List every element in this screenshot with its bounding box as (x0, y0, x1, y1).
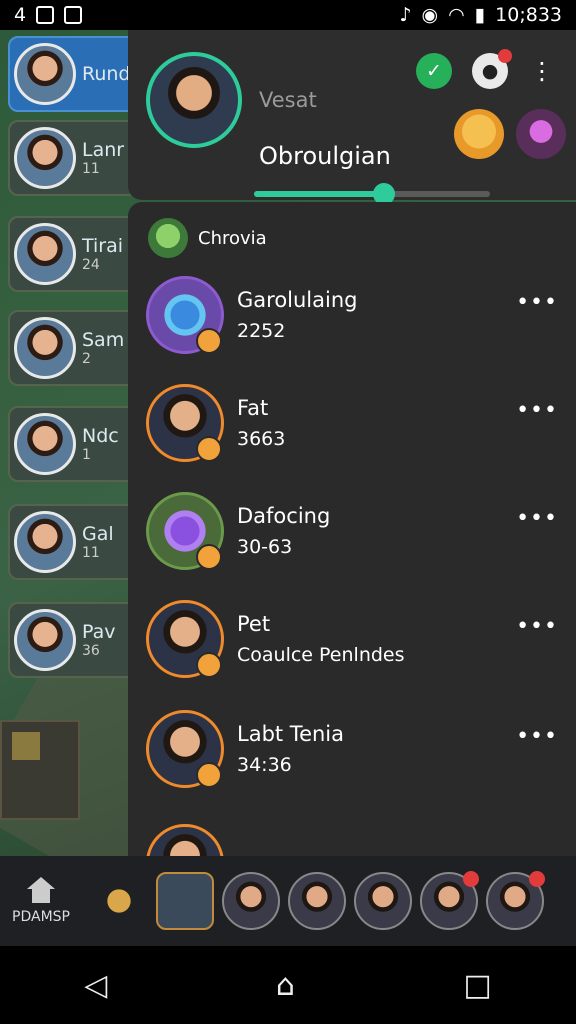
avatar (14, 223, 76, 285)
list-item-sub: Coaulce Penlndes (237, 644, 405, 666)
home-label: PDAMSP (12, 909, 70, 925)
sidebar-item-count: 2 (82, 351, 91, 367)
list-item-sub: 2252 (237, 320, 286, 342)
list-item[interactable]: Fat 3663 ••• (146, 384, 564, 468)
avatar (14, 43, 76, 105)
badge-icon (196, 328, 222, 354)
dock-avatar[interactable] (222, 872, 280, 930)
check-icon[interactable]: ✓ (416, 53, 452, 89)
section-title: Chrovia (198, 227, 267, 249)
more-horizontal-icon[interactable]: ••• (516, 614, 558, 639)
chat-icon[interactable]: ● (472, 49, 512, 89)
more-horizontal-icon[interactable]: ••• (516, 290, 558, 315)
sidebar-item-label: Tirai (82, 235, 124, 257)
avatar (14, 413, 76, 475)
badge-icon (196, 652, 222, 678)
dock-avatar[interactable] (486, 871, 545, 930)
avatar (14, 127, 76, 189)
home-icon[interactable]: ⌂ (276, 968, 295, 1003)
notification-count: 4 (14, 4, 27, 26)
list-item-title: Dafocing (237, 504, 331, 528)
avatar (14, 609, 76, 671)
list-item-title: Labt Tenia (237, 722, 344, 746)
badge-icon (196, 762, 222, 788)
sidebar-item-count: 11 (82, 545, 100, 561)
sidebar-item-label: Ndc (82, 425, 119, 447)
game-building (0, 720, 80, 820)
navigation-bar: ◁ ⌂ □ (0, 946, 576, 1024)
sidebar-item-label: Lanr (82, 139, 125, 161)
game-icon (64, 6, 83, 24)
friend-avatar[interactable] (454, 109, 504, 159)
sidebar-item-lanr[interactable]: Lanr 11 (8, 120, 138, 196)
wifi-icon: ◠ (448, 4, 465, 26)
level-slider[interactable] (254, 183, 490, 205)
section-header: Chrovia (148, 218, 267, 258)
message-icon (36, 6, 55, 24)
avatar (14, 511, 76, 573)
list-item-title: Pet (237, 612, 271, 636)
list-item-sub: 30-63 (237, 536, 293, 558)
sidebar-item-count: 24 (82, 257, 100, 273)
dock-avatar[interactable] (354, 872, 412, 930)
alarm-icon: ◉ (421, 4, 439, 26)
bottom-dock: PDAMSP (0, 856, 576, 946)
tools-icon[interactable] (156, 872, 214, 930)
profile-avatar[interactable] (146, 52, 242, 148)
sidebar-item-count: 1 (82, 447, 91, 463)
chameleon-icon (148, 218, 188, 258)
sidebar-item-label: Pav (82, 621, 116, 643)
sidebar-item-tirai[interactable]: Tirai 24 (8, 216, 138, 292)
list-item[interactable]: Dafocing 30-63 ••• (146, 492, 564, 576)
sidebar-item-sam[interactable]: Sam 2 (8, 310, 138, 386)
sidebar-item-label: Sam (82, 329, 125, 351)
sidebar-item-gal[interactable]: Gal 11 (8, 504, 138, 580)
back-icon[interactable]: ◁ (84, 968, 107, 1003)
list-item[interactable] (146, 824, 564, 856)
list-item-title: Fat (237, 396, 269, 420)
list-item-title: Garolulaing (237, 288, 358, 312)
list-item-sub: 34:36 (237, 754, 292, 776)
more-horizontal-icon[interactable]: ••• (516, 506, 558, 531)
profile-name: Obroulgian (259, 142, 391, 170)
silent-icon: ♪ (399, 4, 412, 26)
friend-avatar[interactable] (516, 109, 566, 159)
contacts-panel: Chrovia Garolulaing 2252 ••• Fat 3663 ••… (128, 202, 576, 856)
sidebar-item-pav[interactable]: Pav 36 (8, 602, 138, 678)
badge-icon (196, 544, 222, 570)
status-bar: 4 ♪ ◉ ◠ ▮ 10;833 (0, 0, 576, 30)
list-item-sub: 3663 (237, 428, 286, 450)
avatar (14, 317, 76, 379)
notification-dot (463, 871, 479, 887)
battery-icon: ▮ (474, 4, 486, 26)
profile-panel: Vesat Obroulgian ✓ ● ⋮ (128, 30, 576, 205)
more-horizontal-icon[interactable]: ••• (516, 398, 558, 423)
sidebar-item-count: 11 (82, 161, 100, 177)
more-vertical-icon[interactable]: ⋮ (524, 53, 560, 89)
dock-avatar[interactable] (420, 871, 479, 930)
dock-avatar[interactable] (288, 872, 346, 930)
list-item[interactable]: Pet Coaulce Penlndes ••• (146, 600, 564, 684)
notification-dot (529, 871, 545, 887)
sidebar-item-label: Gal (82, 523, 114, 545)
slider-fill (254, 191, 384, 197)
home-button[interactable]: PDAMSP (0, 856, 82, 946)
house-icon (27, 877, 55, 903)
sidebar-item-ndc[interactable]: Ndc 1 (8, 406, 138, 482)
avatar (146, 824, 224, 856)
list-item[interactable]: Garolulaing 2252 ••• (146, 276, 564, 360)
more-horizontal-icon[interactable]: ••• (516, 724, 558, 749)
notification-dot (498, 49, 512, 63)
key-icon[interactable] (90, 872, 148, 930)
sidebar-item-rundy[interactable]: Rundy (8, 36, 138, 112)
clock: 10;833 (495, 4, 562, 26)
badge-icon (196, 436, 222, 462)
recents-icon[interactable]: □ (463, 968, 491, 1003)
list-item[interactable]: Labt Tenia 34:36 ••• (146, 710, 564, 794)
sidebar-item-count: 36 (82, 643, 100, 659)
profile-label: Vesat (259, 88, 317, 112)
